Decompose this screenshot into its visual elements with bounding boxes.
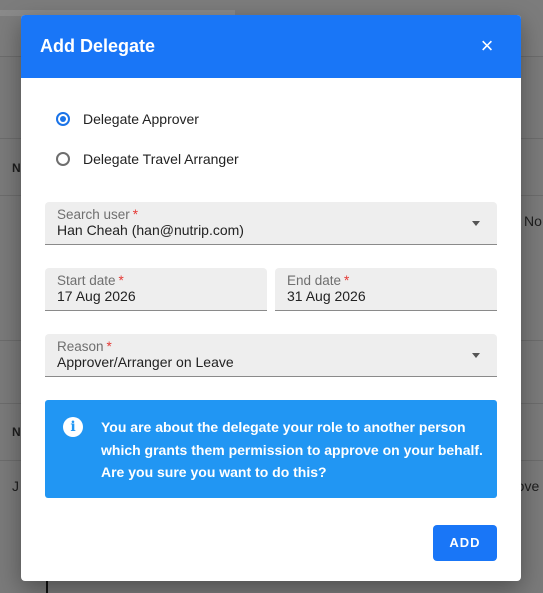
- reason-value: Approver/Arranger on Leave: [57, 354, 234, 370]
- field-label: Search user *: [57, 207, 139, 222]
- info-alert: i You are about the delegate your role t…: [45, 400, 497, 498]
- required-mark: *: [344, 273, 350, 288]
- dropdown-arrow-icon[interactable]: [472, 353, 480, 358]
- dialog-title: Add Delegate: [40, 36, 156, 56]
- radio-delegate-travel-arranger[interactable]: Delegate Travel Arranger: [56, 151, 239, 167]
- field-label: Start date *: [57, 273, 124, 288]
- background-rule: [46, 580, 48, 593]
- info-icon: i: [63, 417, 83, 437]
- field-label: End date *: [287, 273, 350, 288]
- required-mark: *: [106, 339, 112, 354]
- end-date-field[interactable]: End date * 31 Aug 2026: [275, 268, 497, 311]
- search-user-field[interactable]: Search user * Han Cheah (han@nutrip.com): [45, 202, 497, 245]
- radio-delegate-approver[interactable]: Delegate Approver: [56, 111, 199, 127]
- radio-label: Delegate Travel Arranger: [83, 151, 239, 167]
- info-message: You are about the delegate your role to …: [101, 419, 483, 480]
- field-label: Reason *: [57, 339, 112, 354]
- radio-label: Delegate Approver: [83, 111, 199, 127]
- add-button[interactable]: ADD: [433, 525, 497, 561]
- search-user-value: Han Cheah (han@nutrip.com): [57, 222, 244, 238]
- radio-checked-icon[interactable]: [56, 112, 70, 126]
- close-icon[interactable]: ×: [475, 34, 499, 58]
- radio-unchecked-icon[interactable]: [56, 152, 70, 166]
- background-column-header: N: [12, 425, 21, 439]
- background-cell: No: [524, 213, 542, 229]
- end-date-value: 31 Aug 2026: [287, 288, 366, 304]
- add-delegate-dialog: Add Delegate × Delegate Approver Delegat…: [21, 15, 521, 581]
- required-mark: *: [132, 207, 139, 222]
- background-column-header: N: [12, 161, 21, 175]
- start-date-field[interactable]: Start date * 17 Aug 2026: [45, 268, 267, 311]
- required-mark: *: [118, 273, 124, 288]
- dropdown-arrow-icon[interactable]: [472, 221, 480, 226]
- background-cell: J: [12, 478, 19, 494]
- reason-select[interactable]: Reason * Approver/Arranger on Leave: [45, 334, 497, 377]
- start-date-value: 17 Aug 2026: [57, 288, 136, 304]
- dialog-header: Add Delegate ×: [21, 15, 521, 78]
